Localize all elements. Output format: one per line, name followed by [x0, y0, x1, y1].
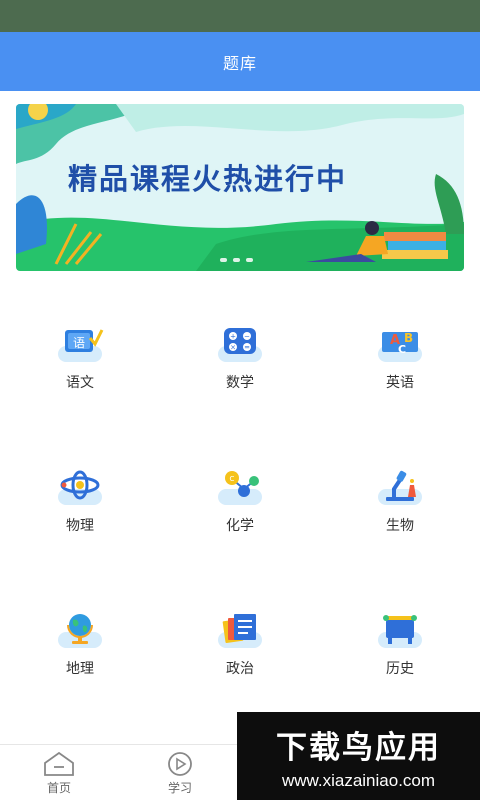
svg-text:C: C — [230, 475, 235, 483]
politics-documents-icon — [216, 610, 264, 650]
subject-label: 物理 — [66, 518, 94, 534]
subject-history[interactable]: 历史 — [320, 586, 480, 706]
subject-chinese[interactable]: 语 语文 — [0, 300, 160, 420]
svg-text:C: C — [398, 343, 406, 356]
subject-label: 政治 — [226, 661, 254, 677]
banner-headline: 精品课程火热进行中 — [68, 162, 348, 196]
play-icon — [168, 752, 192, 776]
tab-label: 学习 — [167, 781, 192, 795]
svg-text:语: 语 — [73, 336, 85, 350]
subject-label: 化学 — [226, 518, 254, 534]
geography-globe-icon — [56, 610, 104, 650]
subject-chemistry[interactable]: C 化学 — [160, 443, 320, 563]
watermark-logo: 下载鸟应用 — [276, 729, 441, 766]
svg-text:+: + — [230, 333, 236, 341]
subject-label: 历史 — [386, 661, 414, 677]
carousel-dot — [220, 258, 227, 262]
app-header: 题库 — [0, 32, 480, 91]
page-title: 题库 — [222, 53, 257, 73]
subject-label: 数学 — [226, 375, 254, 391]
svg-text:−: − — [244, 333, 250, 341]
tab-label: 首页 — [46, 781, 71, 795]
history-pavilion-icon — [376, 610, 424, 650]
subject-label: 地理 — [66, 661, 94, 677]
status-bar — [0, 0, 480, 32]
promo-banner[interactable]: 精品课程火热进行中 — [16, 104, 464, 271]
tab-home[interactable]: 首页 — [24, 751, 94, 796]
watermark-overlay: 下载鸟应用 www.xiazainiao.com — [237, 712, 480, 800]
svg-text:=: = — [244, 344, 250, 352]
chemistry-molecule-icon: C — [216, 467, 264, 507]
carousel-dot — [233, 258, 240, 262]
subject-politics[interactable]: 政治 — [160, 586, 320, 706]
physics-atom-icon — [56, 467, 104, 507]
subject-label: 语文 — [66, 375, 94, 391]
subject-physics[interactable]: 物理 — [0, 443, 160, 563]
carousel-dot — [246, 258, 253, 262]
home-icon — [44, 751, 74, 776]
svg-text:×: × — [230, 344, 236, 352]
tab-study[interactable]: 学习 — [145, 751, 215, 796]
subject-math[interactable]: + − × = 数学 — [160, 300, 320, 420]
math-calculator-icon: + − × = — [216, 324, 264, 364]
english-abc-icon: A B C — [376, 324, 424, 364]
carousel-indicator — [220, 258, 253, 262]
subject-english[interactable]: A B C 英语 — [320, 300, 480, 420]
subject-biology[interactable]: 生物 — [320, 443, 480, 563]
subject-geography[interactable]: 地理 — [0, 586, 160, 706]
watermark-url: www.xiazainiao.com — [281, 770, 436, 790]
subject-label: 英语 — [386, 375, 414, 391]
chinese-book-icon: 语 — [56, 324, 104, 364]
subject-label: 生物 — [386, 518, 414, 534]
biology-microscope-icon — [376, 467, 424, 507]
